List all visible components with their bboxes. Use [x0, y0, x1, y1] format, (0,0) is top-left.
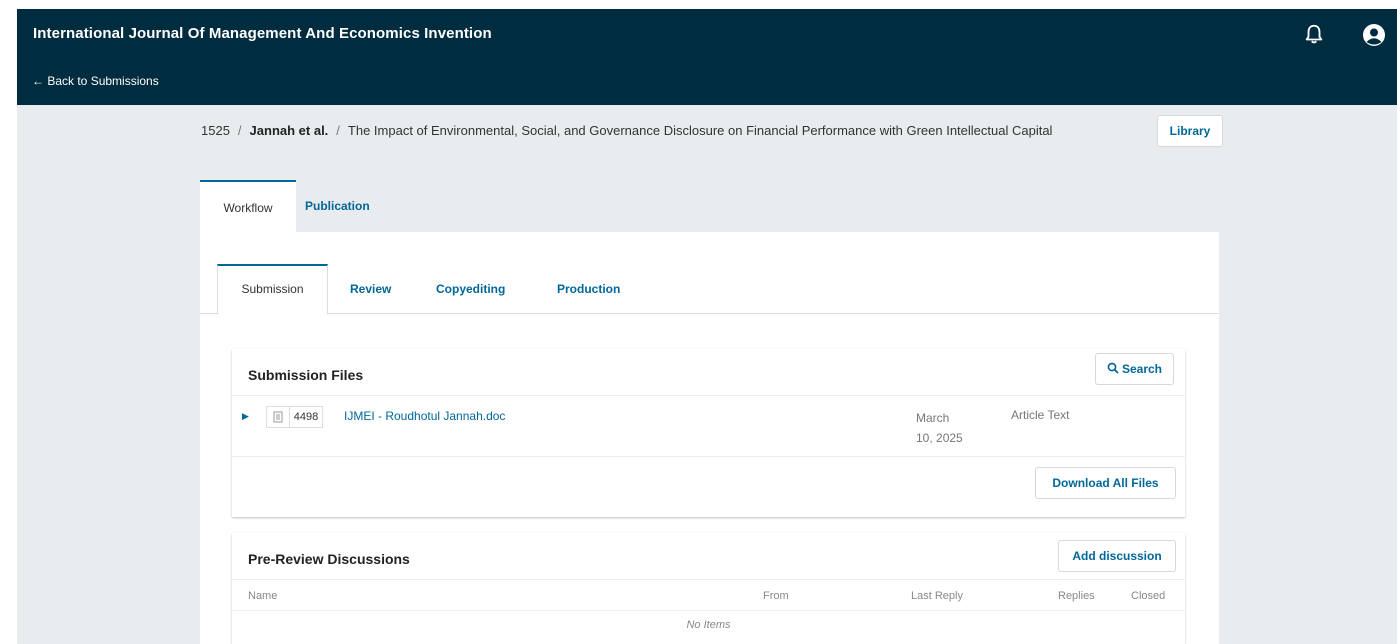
file-date-day-year: 10, 2025: [916, 431, 963, 445]
file-row: ▶ 4498 IJMEI - Roudhotul Jannah.doc Marc…: [232, 395, 1185, 457]
submission-files-title: Submission Files: [248, 367, 364, 383]
search-label: Search: [1121, 362, 1163, 376]
library-button[interactable]: Library: [1157, 115, 1223, 147]
tab-review[interactable]: Review: [350, 264, 391, 314]
back-to-submissions-link[interactable]: ← Back to Submissions: [32, 74, 159, 88]
tab-workflow[interactable]: Workflow: [200, 180, 296, 234]
file-name-link[interactable]: IJMEI - Roudhotul Jannah.doc: [344, 409, 505, 423]
breadcrumb-separator: /: [237, 123, 242, 138]
file-icon: [266, 406, 290, 428]
discussions-title: Pre-Review Discussions: [248, 551, 410, 567]
app-header: International Journal Of Management And …: [17, 9, 1397, 105]
discussions-table-header: Name From Last Reply Replies Closed: [232, 579, 1185, 611]
breadcrumb-separator: /: [336, 123, 340, 138]
tab-copyediting[interactable]: Copyediting: [436, 264, 505, 314]
file-type: Article Text: [1011, 408, 1070, 422]
pre-review-discussions-card: Pre-Review Discussions Add discussion Na…: [232, 533, 1185, 644]
main-content: 1525 / Jannah et al. / The Impact of Environ…: [17, 105, 1397, 644]
workflow-panel: Submission Review Copyediting Production…: [200, 232, 1219, 644]
search-icon: [1107, 362, 1119, 374]
add-discussion-button[interactable]: Add discussion: [1058, 540, 1176, 572]
file-date: March 10, 2025: [916, 408, 976, 448]
submission-authors: Jannah et al.: [249, 123, 329, 138]
search-button[interactable]: Search: [1095, 353, 1174, 385]
column-last-reply: Last Reply: [911, 590, 963, 602]
submission-title: The Impact of Environmental, Social, and…: [347, 123, 1053, 138]
column-from: From: [763, 590, 789, 602]
bell-icon[interactable]: [1303, 23, 1325, 45]
column-replies: Replies: [1058, 590, 1095, 602]
file-id: 4498: [290, 406, 323, 428]
empty-state: No Items: [686, 619, 731, 631]
column-name: Name: [248, 590, 278, 602]
submission-id: 1525: [201, 123, 230, 138]
file-date-month: March: [916, 411, 950, 425]
journal-title: International Journal Of Management And …: [33, 25, 492, 42]
user-icon[interactable]: [1362, 23, 1386, 47]
breadcrumb: 1525 / Jannah et al. / The Impact of Environ…: [201, 123, 1052, 138]
submission-files-card: Submission Files Search ▶ 4498 IJMEI - R…: [232, 349, 1185, 517]
tab-publication[interactable]: Publication: [305, 180, 370, 234]
download-all-files-button[interactable]: Download All Files: [1035, 467, 1176, 499]
expand-caret-icon[interactable]: ▶: [242, 411, 249, 422]
stage-tabs: Submission Review Copyediting Production: [200, 232, 1219, 315]
tab-submission[interactable]: Submission: [217, 264, 328, 315]
column-closed: Closed: [1131, 590, 1166, 602]
tab-production[interactable]: Production: [557, 264, 620, 314]
